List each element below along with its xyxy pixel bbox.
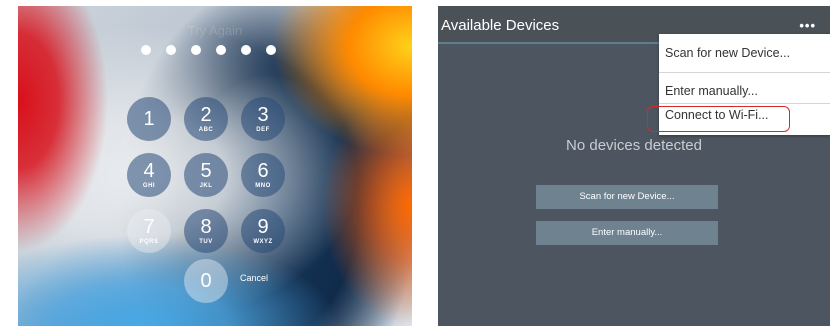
passcode-dot — [191, 45, 201, 55]
more-options-icon[interactable]: ••• — [799, 18, 816, 33]
menu-item-scan[interactable]: Scan for new Device... — [665, 46, 790, 60]
key-letters: WXYZ — [253, 239, 273, 245]
key-number: 4 — [143, 160, 155, 182]
menu-item-enter-manually[interactable]: Enter manually... — [665, 84, 758, 98]
key-2[interactable]: 2 ABC — [184, 97, 228, 141]
key-9[interactable]: 9 WXYZ — [241, 209, 285, 253]
key-letters: MNO — [255, 183, 271, 189]
key-letters: ABC — [198, 127, 214, 133]
key-letters: GHI — [142, 183, 156, 189]
key-3[interactable]: 3 DEF — [241, 97, 285, 141]
key-number: 7 — [143, 216, 155, 238]
key-letters: DEF — [256, 127, 270, 133]
passcode-dot — [266, 45, 276, 55]
key-1[interactable]: 1 — [127, 97, 171, 141]
key-number: 8 — [200, 216, 212, 238]
key-number: 6 — [257, 160, 269, 182]
menu-divider — [659, 103, 830, 104]
key-number: 0 — [200, 270, 212, 292]
passcode-dot — [166, 45, 176, 55]
lock-title: Try Again — [187, 23, 243, 38]
key-7[interactable]: 7 PQRS — [127, 209, 171, 253]
key-5[interactable]: 5 JKL — [184, 153, 228, 197]
device-app: Available Devices ••• No devices detecte… — [438, 6, 830, 326]
key-number: 3 — [257, 104, 269, 126]
key-4[interactable]: 4 GHI — [127, 153, 171, 197]
key-number: 2 — [200, 104, 212, 126]
key-number: 9 — [257, 216, 269, 238]
highlight-outline — [647, 106, 790, 132]
empty-state-message: No devices detected — [566, 137, 702, 154]
passcode-dot — [216, 45, 226, 55]
lock-screen: Try Again 1 2 ABC 3 DEF 4 GHI 5 JKL 6 MN… — [18, 6, 412, 326]
key-letters: TUV — [199, 239, 213, 245]
key-number: 1 — [143, 108, 155, 130]
key-8[interactable]: 8 TUV — [184, 209, 228, 253]
enter-manually-button[interactable]: Enter manually... — [536, 221, 718, 245]
page-title: Available Devices — [441, 17, 560, 34]
passcode-dot — [241, 45, 251, 55]
key-0[interactable]: 0 — [184, 259, 228, 303]
cancel-button[interactable]: Cancel — [240, 273, 268, 283]
scan-new-device-button[interactable]: Scan for new Device... — [536, 185, 718, 209]
passcode-dot — [141, 45, 151, 55]
key-letters: JKL — [199, 183, 213, 189]
menu-divider — [659, 72, 830, 73]
key-letters: PQRS — [139, 239, 159, 245]
key-number: 5 — [200, 160, 212, 182]
key-6[interactable]: 6 MNO — [241, 153, 285, 197]
